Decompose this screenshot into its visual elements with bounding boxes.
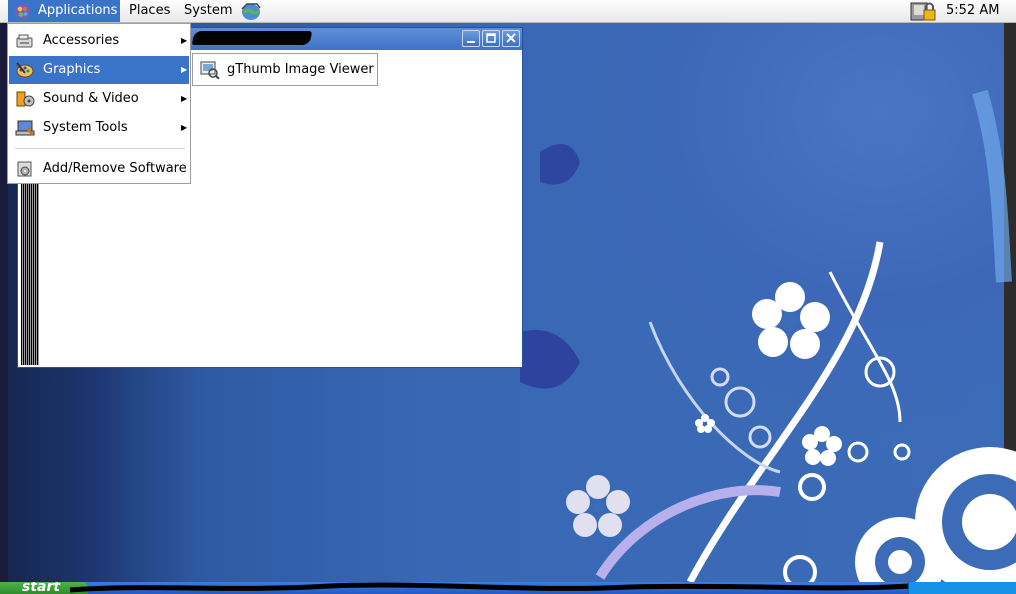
menu-item-label: Add/Remove Software [43, 161, 187, 176]
menu-item-label: Graphics [43, 62, 101, 77]
add-remove-software-icon [17, 161, 32, 177]
menu-item-label: Accessories [43, 33, 120, 48]
gnome-foot-icon [15, 4, 30, 19]
minimize-button[interactable] [462, 30, 480, 47]
menu-item-accessories[interactable]: Accessories ▶ [9, 27, 189, 55]
graphics-submenu: gThumb Image Viewer [192, 53, 378, 86]
accessories-icon [16, 34, 33, 48]
redacted-taskbar-scribble [70, 582, 910, 593]
system-menu-button[interactable]: System [178, 0, 238, 22]
maximize-icon [486, 33, 496, 43]
menu-item-label: Sound & Video [43, 91, 139, 106]
submenu-arrow-icon: ▶ [181, 36, 188, 45]
window-scrollbar-stripe [21, 180, 39, 365]
places-menu-button[interactable]: Places [123, 0, 176, 22]
menu-item-gthumb-image-viewer[interactable]: gThumb Image Viewer [194, 55, 376, 84]
redacted-window-title [192, 31, 312, 45]
menu-item-system-tools[interactable]: System Tools ▶ [9, 114, 189, 142]
gthumb-icon [200, 61, 220, 79]
sound-video-icon [16, 91, 35, 107]
submenu-arrow-icon: ▶ [181, 94, 188, 103]
submenu-arrow-icon: ▶ [181, 123, 188, 132]
menu-item-label: System Tools [43, 120, 128, 135]
menu-item-label: gThumb Image Viewer [227, 62, 374, 77]
system-tray [908, 582, 1016, 594]
close-icon [506, 33, 516, 43]
close-button[interactable] [502, 30, 520, 47]
menu-separator [15, 148, 185, 149]
top-panel: Applications Places System 5:52 AM [0, 0, 1016, 23]
minimize-icon [467, 41, 475, 43]
applications-dropdown-menu: Accessories ▶ Graphics ▶ Sound & Video ▶… [7, 23, 191, 184]
menu-item-add-remove-software[interactable]: Add/Remove Software [9, 155, 189, 183]
maximize-button[interactable] [482, 30, 500, 47]
bottom-taskbar: start [0, 582, 1016, 594]
applications-menu-label: Applications [38, 3, 118, 18]
menu-item-sound-video[interactable]: Sound & Video ▶ [9, 85, 189, 113]
start-button-label: start [22, 582, 61, 594]
graphics-icon [16, 62, 34, 78]
system-tools-icon [15, 120, 35, 136]
submenu-arrow-icon: ▶ [181, 65, 188, 74]
menu-item-graphics[interactable]: Graphics ▶ [9, 56, 189, 84]
applications-menu-button[interactable]: Applications [8, 0, 120, 22]
clock[interactable]: 5:52 AM [946, 0, 999, 22]
screen-lock-icon[interactable] [910, 1, 938, 22]
web-browser-icon[interactable] [240, 2, 262, 21]
